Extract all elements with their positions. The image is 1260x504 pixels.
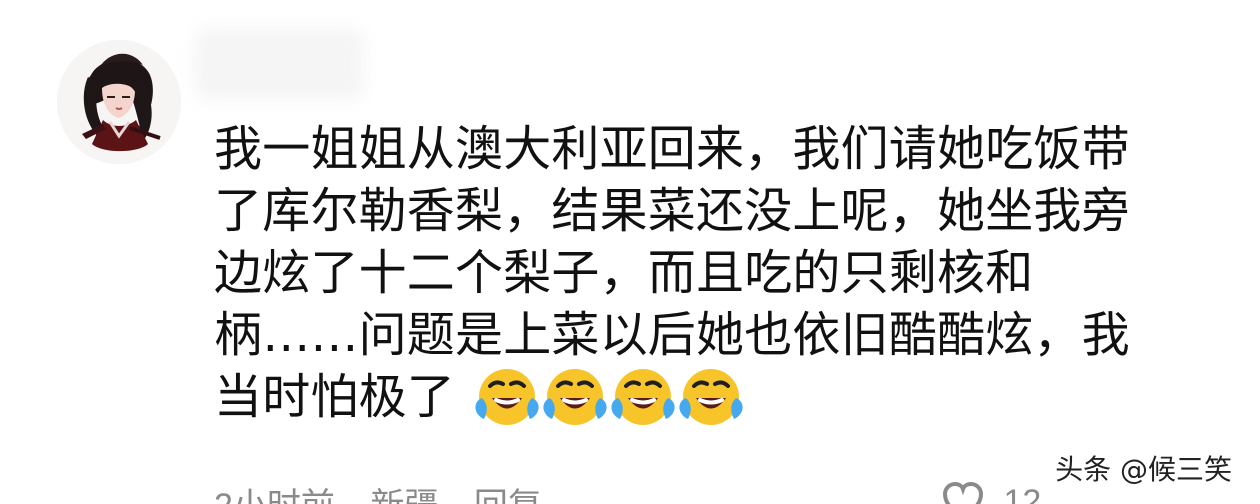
laughing-crying-face-icon [542, 363, 608, 429]
like-button[interactable]: 12 [942, 482, 1041, 504]
emoji-row [474, 363, 746, 429]
comment-meta: 2小时前 新疆 回复 [214, 486, 914, 504]
comment-line-4: 柄……问题是上菜以后她也依旧酷酷炫，我 [214, 307, 1130, 363]
comment-line-2: 了库尔勒香梨，结果菜还没上呢，她坐我旁 [214, 183, 1130, 239]
like-count: 12 [1003, 483, 1042, 504]
comment-text: 我一姐姐从澳大利亚回来，我们请她吃饭带 了库尔勒香梨，结果菜还没上呢，她坐我旁 … [214, 118, 1224, 468]
comment-location: 新疆 [370, 487, 438, 504]
reply-button[interactable]: 回复 [474, 487, 542, 504]
username-blur [194, 28, 364, 100]
laughing-crying-face-icon [678, 363, 744, 429]
comment-line-3: 边炫了十二个梨子，而且吃的只剩核和 [214, 245, 1034, 301]
comment-time: 2小时前 [214, 487, 335, 504]
laughing-crying-face-icon [474, 363, 540, 429]
heart-icon [942, 482, 984, 504]
comment-line-5-text: 当时怕极了 [214, 369, 456, 425]
comment-line-1: 我一姐姐从澳大利亚回来，我们请她吃饭带 [214, 121, 1130, 177]
avatar[interactable] [57, 40, 181, 164]
laughing-crying-face-icon [610, 363, 676, 429]
watermark: 头条 @候三笑 [1045, 448, 1242, 492]
comment-line-5: 当时怕极了 [214, 366, 1224, 428]
